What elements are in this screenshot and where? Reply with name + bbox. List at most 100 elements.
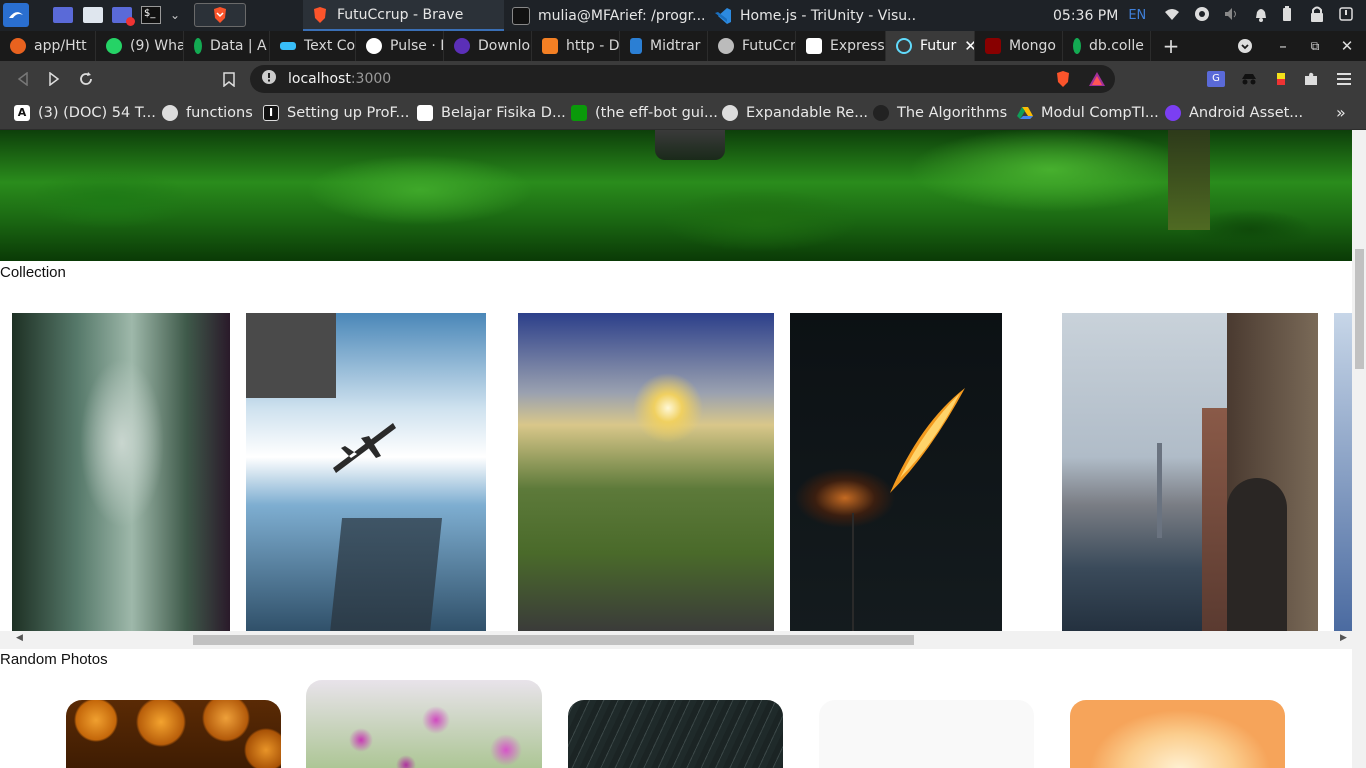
rain-photo[interactable] (568, 700, 783, 768)
more-bookmarks-icon[interactable]: » (1336, 96, 1346, 129)
bookmark-label: Expandable Re... (746, 104, 869, 121)
tab-label: Mongo (1009, 38, 1056, 54)
tab-label: http - D (566, 38, 620, 54)
bookmark-comptia[interactable]: Modul CompTI... (1017, 96, 1159, 129)
bookmark-expandable[interactable]: Expandable Re... (722, 96, 868, 129)
tab-data-atlas[interactable]: Data | A (184, 31, 270, 61)
scrollbar-thumb[interactable] (193, 635, 914, 645)
hero-tree-trunk (1168, 130, 1210, 230)
incognito-extension-icon[interactable] (1236, 66, 1262, 92)
tab-download[interactable]: Downlo (444, 31, 532, 61)
tab-http-stackoverflow[interactable]: http - D (532, 31, 620, 61)
volume-icon[interactable] (1224, 7, 1240, 25)
tab-future-active[interactable]: Futur ✕ (886, 31, 975, 61)
forward-button[interactable] (41, 66, 67, 92)
url-host: localhost (288, 71, 351, 87)
collection-carousel[interactable]: ◀ ▶ (0, 313, 1352, 649)
vscode-icon (714, 7, 732, 25)
globe-icon (718, 38, 734, 54)
task-terminal[interactable]: mulia@MFArief: /progr... (504, 0, 706, 31)
bookmark-doc[interactable]: A (3) (DOC) 54 T... (14, 96, 156, 129)
valley-sunrise-photo[interactable] (518, 313, 774, 633)
wifi-icon[interactable] (1164, 7, 1180, 25)
page-viewport: Collection ◀ ▶ Random Photos (0, 130, 1352, 768)
express-icon (806, 38, 822, 54)
burning-dandelion-photo[interactable] (790, 313, 1002, 633)
bookmark-label: functions (186, 104, 253, 121)
back-button[interactable] (10, 66, 36, 92)
site-info-icon[interactable] (262, 70, 276, 88)
bookmark-android-asset[interactable]: Android Asset... (1165, 96, 1303, 129)
tab-midtrans[interactable]: Midtrar (620, 31, 708, 61)
tab-pulse[interactable]: Pulse · F (356, 31, 444, 61)
lock-icon[interactable] (1310, 6, 1324, 26)
collection-horizontal-scrollbar[interactable]: ◀ ▶ (0, 631, 1352, 649)
bookmark-label: (the eff-bot gui... (595, 104, 718, 121)
tab-app-http[interactable]: app/Htt (0, 31, 96, 61)
screen-recorder-icon[interactable] (109, 3, 135, 27)
white-photo[interactable] (819, 700, 1034, 768)
battery-icon[interactable] (1282, 5, 1292, 26)
bookmark-fisika[interactable]: Belajar Fisika D... (417, 96, 566, 129)
tab-text-color[interactable]: Text Co (270, 31, 356, 61)
app-menu-icon[interactable] (3, 3, 29, 27)
scroll-left-arrow-icon[interactable]: ◀ (16, 633, 23, 643)
tab-label: Pulse · F (390, 38, 444, 54)
bookmark-effbot[interactable]: (the eff-bot gui... (571, 96, 718, 129)
restore-window-button[interactable]: ⧉ (1298, 31, 1332, 61)
bookmark-label: (3) (DOC) 54 T... (38, 104, 156, 121)
brave-shields-icon[interactable] (1050, 66, 1076, 92)
city-rooftop-photo[interactable] (1062, 313, 1318, 633)
effbot-icon (571, 104, 587, 121)
scroll-right-arrow-icon[interactable]: ▶ (1340, 633, 1347, 643)
flowers-photo[interactable] (306, 680, 542, 768)
scrollbar-thumb[interactable] (1355, 249, 1364, 369)
close-window-button[interactable]: ✕ (1330, 31, 1364, 61)
os-taskbar: $_ ⌄ FutuCcrup - Brave mulia@MFArief: /p… (0, 0, 1366, 31)
bookmark-functions[interactable]: functions (162, 96, 253, 129)
peach-gradient-photo[interactable] (1070, 700, 1285, 768)
keyboard-layout[interactable]: EN (1128, 8, 1146, 23)
workspace-icon[interactable] (50, 3, 76, 27)
tab-futuccrup[interactable]: FutuCcr (708, 31, 796, 61)
tab-whatsapp[interactable]: (9) Wha (96, 31, 184, 61)
task-brave[interactable]: FutuCcrup - Brave (303, 0, 504, 31)
tab-express[interactable]: Express (796, 31, 886, 61)
bookmark-algorithms[interactable]: The Algorithms (873, 96, 1007, 129)
forest-photo[interactable] (12, 313, 230, 633)
task-vscode[interactable]: Home.js - TriUnity - Visu... (706, 0, 916, 31)
tab-label: FutuCcr (742, 38, 796, 54)
midtrans-icon (630, 38, 642, 54)
pumpkins-photo[interactable] (66, 700, 281, 768)
extensions-puzzle-icon[interactable] (1298, 66, 1324, 92)
tab-mongoose[interactable]: Mongo (975, 31, 1063, 61)
clock[interactable]: 05:36 PM (1053, 8, 1118, 24)
hamburger-menu-icon[interactable] (1331, 66, 1357, 92)
task-title: Home.js - TriUnity - Visu... (740, 7, 916, 24)
file-manager-icon[interactable] (80, 3, 106, 27)
bookmark-icon: I (263, 104, 279, 121)
brave-rewards-icon[interactable] (1084, 66, 1110, 92)
minimize-window-button[interactable]: – (1266, 31, 1300, 61)
color-extension-icon[interactable] (1268, 66, 1294, 92)
translate-extension-icon[interactable]: G (1203, 66, 1229, 92)
notification-bell-icon[interactable] (1254, 6, 1268, 26)
close-tab-icon[interactable]: ✕ (964, 37, 974, 55)
brave-launcher-icon[interactable] (194, 3, 246, 27)
bookmark-page-icon[interactable] (216, 66, 242, 92)
page-vertical-scrollbar[interactable] (1352, 130, 1366, 768)
address-bar[interactable]: localhost:3000 (250, 65, 1115, 93)
tab-label: db.colle (1089, 38, 1144, 54)
power-icon[interactable] (1338, 6, 1354, 26)
reload-button[interactable] (73, 66, 99, 92)
tab-db-collection[interactable]: db.colle (1063, 31, 1151, 61)
chevron-down-icon[interactable]: ⌄ (162, 3, 188, 27)
tab-search-icon[interactable] (1228, 31, 1262, 61)
bookmark-profile[interactable]: I Setting up ProF... (263, 96, 409, 129)
terminal-launcher-icon[interactable]: $_ (138, 3, 164, 27)
vpn-icon[interactable] (1194, 6, 1210, 26)
partial-photo[interactable] (1334, 313, 1352, 633)
airplane-sky-photo[interactable] (246, 313, 486, 633)
new-tab-button[interactable]: + (1154, 31, 1188, 61)
terminal-icon (512, 6, 530, 25)
